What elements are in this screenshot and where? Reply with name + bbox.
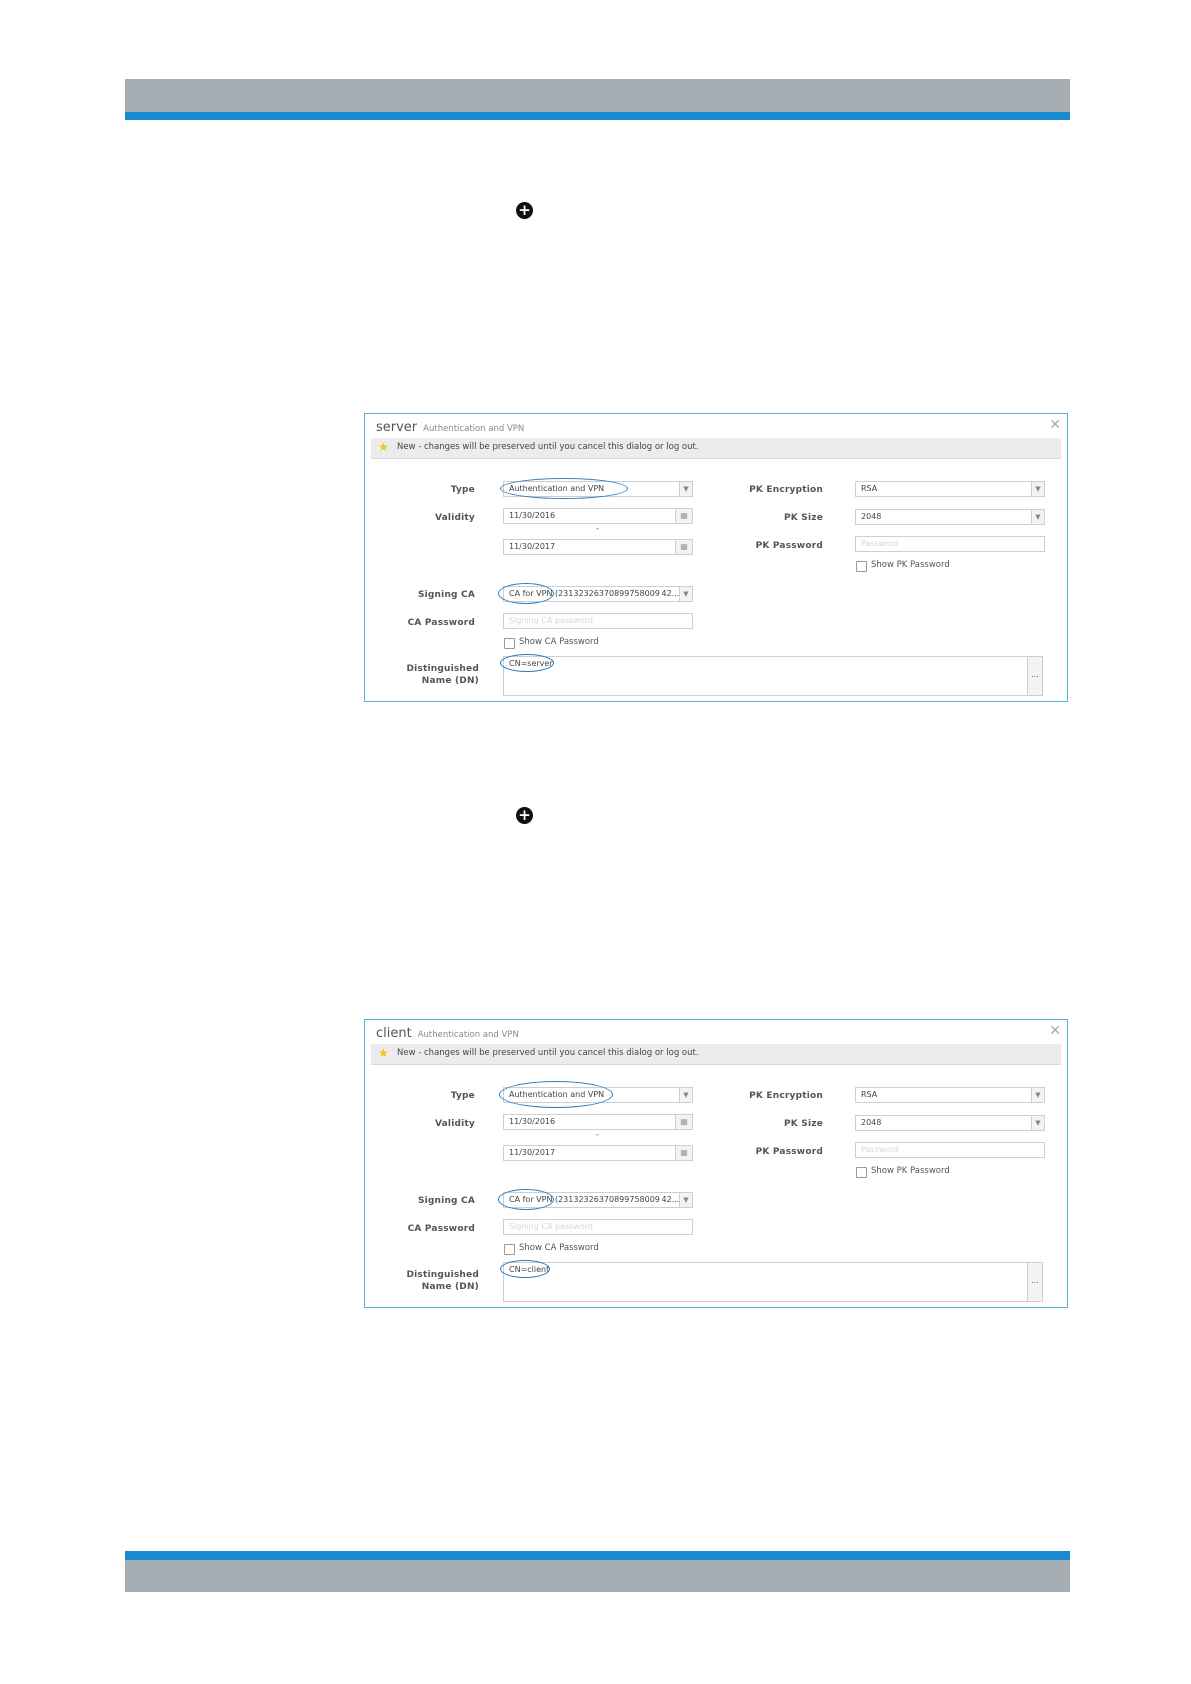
validity-to-field[interactable]: 11/30/2017 ▦ xyxy=(503,1145,693,1161)
type-value: Authentication and VPN xyxy=(509,484,605,493)
chevron-down-icon[interactable]: ▼ xyxy=(1031,510,1044,524)
pk-password-field[interactable]: Password xyxy=(855,1142,1045,1158)
star-icon: ★ xyxy=(378,1046,389,1060)
dialog-title: client Authentication and VPN xyxy=(376,1026,519,1041)
dn-textarea[interactable]: CN=client xyxy=(503,1262,1043,1302)
plus-circle-icon: + xyxy=(516,807,533,824)
signing-ca-value: CA for VPN (23132326370899758009 42... xyxy=(509,589,680,598)
pk-encryption-label: PK Encryption xyxy=(749,1091,823,1101)
pk-encryption-select[interactable]: RSA ▼ xyxy=(855,1087,1045,1103)
pk-encryption-value: RSA xyxy=(861,484,878,493)
server-certificate-dialog: server Authentication and VPN ✕ ★ New - c… xyxy=(364,413,1068,702)
dialog-subtitle: Authentication and VPN xyxy=(417,1030,519,1040)
type-select[interactable]: Authentication and VPN ▼ xyxy=(503,1087,693,1103)
star-icon: ★ xyxy=(378,440,389,454)
validity-label: Validity xyxy=(434,1119,475,1129)
dn-textarea[interactable]: CN=server xyxy=(503,656,1043,696)
dialog-title-text: client xyxy=(376,1026,412,1041)
page-header-bar xyxy=(125,79,1070,112)
dn-value: CN=server xyxy=(509,659,553,668)
ca-password-field[interactable]: Signing CA password xyxy=(503,1219,693,1235)
type-label: Type xyxy=(450,1091,475,1101)
pk-password-label: PK Password xyxy=(755,541,823,551)
ca-password-field[interactable]: Signing CA password xyxy=(503,613,693,629)
dn-label-line1: Distinguished xyxy=(406,1270,479,1280)
pk-encryption-value: RSA xyxy=(861,1090,878,1099)
validity-from-field[interactable]: 11/30/2016 ▦ xyxy=(503,1114,693,1130)
plus-circle-icon: + xyxy=(516,202,533,219)
validity-from-value: 11/30/2016 xyxy=(509,511,556,520)
type-value: Authentication and VPN xyxy=(509,1090,605,1099)
notice-text: New - changes will be preserved until yo… xyxy=(397,442,699,452)
pk-size-value: 2048 xyxy=(861,1118,882,1127)
chevron-down-icon[interactable]: ▼ xyxy=(1031,1116,1044,1130)
chevron-down-icon[interactable]: ▼ xyxy=(679,587,692,601)
show-pk-password-label: Show PK Password xyxy=(871,1166,950,1176)
chevron-down-icon[interactable]: ▼ xyxy=(679,1193,692,1207)
dn-label-line2: Name (DN) xyxy=(421,676,479,686)
pk-size-label: PK Size xyxy=(783,1119,823,1129)
notice-bar: ★ New - changes will be preserved until … xyxy=(371,1044,1061,1065)
dn-edit-button[interactable]: ... xyxy=(1027,656,1043,696)
show-ca-password-checkbox[interactable] xyxy=(504,638,515,649)
ca-password-placeholder: Signing CA password xyxy=(509,616,593,625)
notice-bar: ★ New - changes will be preserved until … xyxy=(371,438,1061,459)
pk-password-placeholder: Password xyxy=(861,539,899,548)
dn-label-line1: Distinguished xyxy=(406,664,479,674)
pk-size-label: PK Size xyxy=(783,513,823,523)
dialog-title-text: server xyxy=(376,420,418,435)
notice-text: New - changes will be preserved until yo… xyxy=(397,1048,699,1058)
dialog-title: server Authentication and VPN xyxy=(376,420,524,435)
show-ca-password-label: Show CA Password xyxy=(519,637,599,647)
dialog-subtitle: Authentication and VPN xyxy=(423,424,525,434)
chevron-down-icon[interactable]: ▼ xyxy=(1031,482,1044,496)
page-footer-bar xyxy=(125,1560,1070,1592)
pk-password-field[interactable]: Password xyxy=(855,536,1045,552)
signing-ca-value: CA for VPN (23132326370899758009 42... xyxy=(509,1195,680,1204)
validity-to-value: 11/30/2017 xyxy=(509,542,556,551)
pk-encryption-select[interactable]: RSA ▼ xyxy=(855,481,1045,497)
pk-encryption-label: PK Encryption xyxy=(749,485,823,495)
pk-size-select[interactable]: 2048 ▼ xyxy=(855,1115,1045,1131)
pk-size-value: 2048 xyxy=(861,512,882,521)
show-pk-password-label: Show PK Password xyxy=(871,560,950,570)
ca-password-placeholder: Signing CA password xyxy=(509,1222,593,1231)
pk-password-label: PK Password xyxy=(755,1147,823,1157)
show-ca-password-label: Show CA Password xyxy=(519,1243,599,1253)
client-certificate-dialog: client Authentication and VPN ✕ ★ New - c… xyxy=(364,1019,1068,1308)
pk-size-select[interactable]: 2048 ▼ xyxy=(855,509,1045,525)
dn-value: CN=client xyxy=(509,1265,550,1274)
signing-ca-label: Signing CA xyxy=(417,590,475,600)
close-icon[interactable]: ✕ xyxy=(1049,1024,1061,1038)
signing-ca-select[interactable]: CA for VPN (23132326370899758009 42... ▼ xyxy=(503,1192,693,1208)
signing-ca-select[interactable]: CA for VPN (23132326370899758009 42... ▼ xyxy=(503,586,693,602)
type-label: Type xyxy=(450,485,475,495)
validity-to-value: 11/30/2017 xyxy=(509,1148,556,1157)
chevron-down-icon[interactable]: ▼ xyxy=(1031,1088,1044,1102)
dn-edit-button[interactable]: ... xyxy=(1027,1262,1043,1302)
validity-from-value: 11/30/2016 xyxy=(509,1117,556,1126)
type-select[interactable]: Authentication and VPN ▼ xyxy=(503,481,693,497)
pk-password-placeholder: Password xyxy=(861,1145,899,1154)
signing-ca-label: Signing CA xyxy=(417,1196,475,1206)
close-icon[interactable]: ✕ xyxy=(1049,418,1061,432)
validity-from-field[interactable]: 11/30/2016 ▦ xyxy=(503,508,693,524)
show-ca-password-checkbox[interactable] xyxy=(504,1244,515,1255)
dn-label-line2: Name (DN) xyxy=(421,1282,479,1292)
ca-password-label: CA Password xyxy=(407,618,475,628)
page-footer-accent xyxy=(125,1551,1070,1560)
ca-password-label: CA Password xyxy=(407,1224,475,1234)
validity-to-field[interactable]: 11/30/2017 ▦ xyxy=(503,539,693,555)
show-pk-password-checkbox[interactable] xyxy=(856,561,867,572)
validity-separator: - xyxy=(596,1130,599,1139)
page-header-accent xyxy=(125,112,1070,120)
validity-separator: - xyxy=(596,524,599,533)
show-pk-password-checkbox[interactable] xyxy=(856,1167,867,1178)
validity-label: Validity xyxy=(434,513,475,523)
